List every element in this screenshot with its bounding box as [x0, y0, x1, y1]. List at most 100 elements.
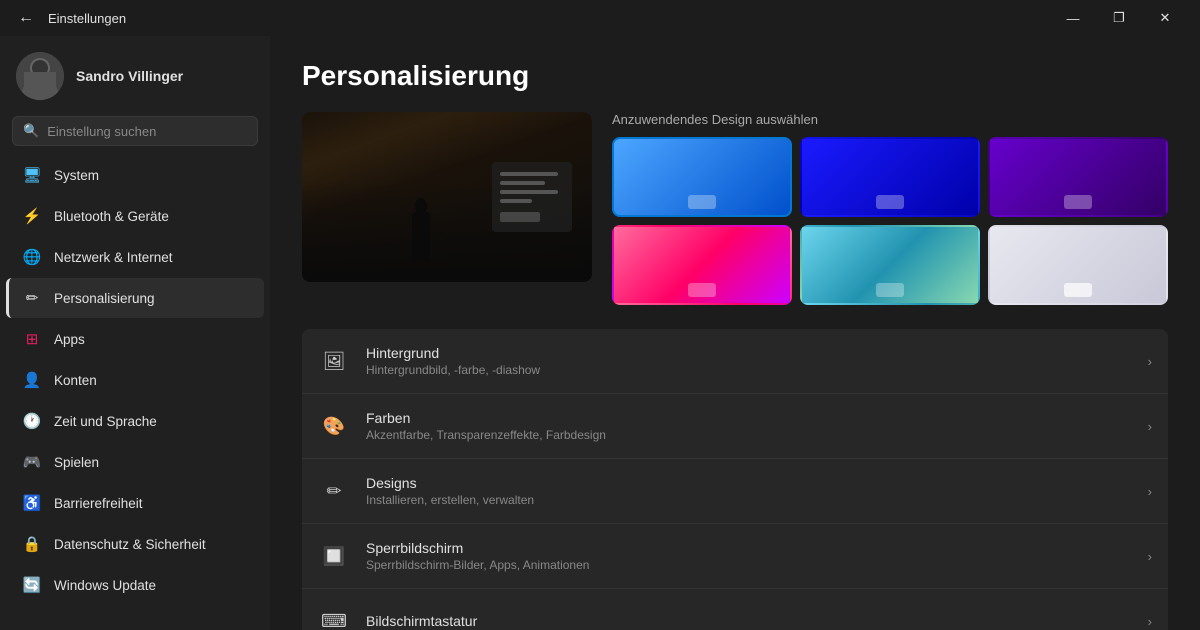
theme-taskbar [688, 195, 716, 209]
designs-text: Designs Installieren, erstellen, verwalt… [366, 475, 1132, 507]
sidebar-item-label: Netzwerk & Internet [54, 250, 173, 265]
farben-icon: 🎨 [318, 410, 350, 442]
theme-card-theme1[interactable] [612, 137, 792, 217]
nav-container: 🖥 System ⚡ Bluetooth & Geräte 🌐 Netzwerk… [0, 154, 270, 606]
taskbar-dot [876, 283, 904, 297]
theme-card-theme4[interactable] [612, 225, 792, 305]
titlebar-left: ← Einstellungen [12, 5, 126, 31]
settings-item-farben[interactable]: 🎨 Farben Akzentfarbe, Transparenzeffekte… [302, 394, 1168, 459]
sidebar-item-update[interactable]: 🔄 Windows Update [6, 565, 264, 605]
sidebar-item-label: Zeit und Sprache [54, 414, 157, 429]
theme-preview [302, 112, 592, 282]
bildschirmtastatur-title: Bildschirmtastatur [366, 613, 1132, 629]
sidebar-item-label: Windows Update [54, 578, 156, 593]
titlebar: ← Einstellungen — ❐ ✕ [0, 0, 1200, 36]
taskbar-dot [688, 283, 716, 297]
farben-desc: Akzentfarbe, Transparenzeffekte, Farbdes… [366, 428, 1132, 442]
preview-line [500, 199, 532, 203]
taskbar-dot [688, 195, 716, 209]
settings-item-hintergrund[interactable]: 🖼 Hintergrund Hintergrundbild, -farbe, -… [302, 329, 1168, 394]
taskbar-dot [876, 195, 904, 209]
close-button[interactable]: ✕ [1142, 0, 1188, 36]
sidebar-item-accounts[interactable]: 👤 Konten [6, 360, 264, 400]
sidebar-item-privacy[interactable]: 🔒 Datenschutz & Sicherheit [6, 524, 264, 564]
bluetooth-icon: ⚡ [22, 206, 42, 226]
designs-chevron: › [1148, 484, 1152, 499]
titlebar-title: Einstellungen [48, 11, 126, 26]
sidebar-item-label: Bluetooth & Geräte [54, 209, 169, 224]
sperrbildschirm-title: Sperrbildschirm [366, 540, 1132, 556]
gaming-icon: 🎮 [22, 452, 42, 472]
bildschirmtastatur-chevron: › [1148, 614, 1152, 629]
search-input[interactable] [47, 124, 247, 139]
hintergrund-desc: Hintergrundbild, -farbe, -diashow [366, 363, 1132, 377]
preview-overlay [492, 162, 572, 232]
search-icon: 🔍 [23, 123, 39, 139]
sidebar: Sandro Villinger 🔍 🖥 System ⚡ Bluetooth … [0, 36, 270, 630]
hintergrund-text: Hintergrund Hintergrundbild, -farbe, -di… [366, 345, 1132, 377]
theme-grid-label: Anzuwendendes Design auswählen [612, 112, 1168, 127]
theme-taskbar [688, 283, 716, 297]
theme-card-theme6[interactable] [988, 225, 1168, 305]
sidebar-item-system[interactable]: 🖥 System [6, 155, 264, 195]
theme-layout: Anzuwendendes Design auswählen [302, 112, 1168, 305]
theme-taskbar [876, 195, 904, 209]
taskbar-dot [1064, 195, 1092, 209]
theme-card-theme5[interactable] [800, 225, 980, 305]
settings-item-sperrbildschirm[interactable]: 🔲 Sperrbildschirm Sperrbildschirm-Bilder… [302, 524, 1168, 589]
search-box[interactable]: 🔍 [12, 116, 258, 146]
theme-taskbar [1064, 283, 1092, 297]
page-title: Personalisierung [302, 60, 1168, 92]
system-icon: 🖥 [22, 165, 42, 185]
theme-grid [612, 137, 1168, 305]
accounts-icon: 👤 [22, 370, 42, 390]
sidebar-item-time[interactable]: 🕐 Zeit und Sprache [6, 401, 264, 441]
sidebar-item-label: Apps [54, 332, 85, 347]
accessibility-icon: ♿ [22, 493, 42, 513]
content-area: Personalisierung [270, 36, 1200, 630]
back-button[interactable]: ← [12, 5, 40, 31]
settings-item-designs[interactable]: ✏ Designs Installieren, erstellen, verwa… [302, 459, 1168, 524]
designs-icon: ✏ [318, 475, 350, 507]
maximize-button[interactable]: ❐ [1096, 0, 1142, 36]
hintergrund-chevron: › [1148, 354, 1152, 369]
titlebar-controls: — ❐ ✕ [1050, 0, 1188, 36]
network-icon: 🌐 [22, 247, 42, 267]
settings-list: 🖼 Hintergrund Hintergrundbild, -farbe, -… [302, 329, 1168, 630]
preview-line [500, 172, 558, 176]
update-icon: 🔄 [22, 575, 42, 595]
minimize-button[interactable]: — [1050, 0, 1096, 36]
sperrbildschirm-chevron: › [1148, 549, 1152, 564]
sidebar-item-label: Personalisierung [54, 291, 155, 306]
sidebar-item-network[interactable]: 🌐 Netzwerk & Internet [6, 237, 264, 277]
time-icon: 🕐 [22, 411, 42, 431]
sperrbildschirm-text: Sperrbildschirm Sperrbildschirm-Bilder, … [366, 540, 1132, 572]
settings-item-bildschirmtastatur[interactable]: ⌨ Bildschirmtastatur › [302, 589, 1168, 630]
theme-preview-image [302, 112, 592, 282]
sidebar-item-gaming[interactable]: 🎮 Spielen [6, 442, 264, 482]
bildschirmtastatur-text: Bildschirmtastatur [366, 613, 1132, 629]
sidebar-item-accessibility[interactable]: ♿ Barrierefreiheit [6, 483, 264, 523]
sidebar-item-label: Spielen [54, 455, 99, 470]
taskbar-dot [1064, 283, 1092, 297]
theme-section: Anzuwendendes Design auswählen [302, 112, 1168, 305]
theme-card-theme3[interactable] [988, 137, 1168, 217]
sidebar-item-bluetooth[interactable]: ⚡ Bluetooth & Geräte [6, 196, 264, 236]
sidebar-item-personalization[interactable]: ✏ Personalisierung [6, 278, 264, 318]
preview-line [500, 181, 545, 185]
preview-line [500, 190, 558, 194]
theme-card-theme2[interactable] [800, 137, 980, 217]
sidebar-item-label: Datenschutz & Sicherheit [54, 537, 206, 552]
hintergrund-icon: 🖼 [318, 345, 350, 377]
farben-title: Farben [366, 410, 1132, 426]
bildschirmtastatur-icon: ⌨ [318, 605, 350, 630]
sidebar-item-label: Barrierefreiheit [54, 496, 143, 511]
preview-button [500, 212, 540, 222]
sperrbildschirm-desc: Sperrbildschirm-Bilder, Apps, Animatione… [366, 558, 1132, 572]
theme-taskbar [1064, 195, 1092, 209]
apps-icon: ⊞ [22, 329, 42, 349]
theme-taskbar [876, 283, 904, 297]
user-section[interactable]: Sandro Villinger [0, 36, 270, 112]
user-name: Sandro Villinger [76, 68, 183, 84]
sidebar-item-apps[interactable]: ⊞ Apps [6, 319, 264, 359]
